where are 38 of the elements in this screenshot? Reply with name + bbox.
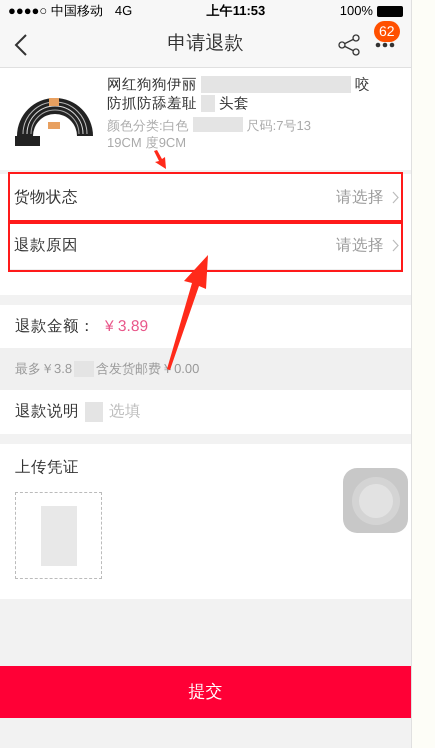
input-field[interactable]: 选填 — [109, 400, 396, 424]
network-text: 4G — [114, 2, 132, 20]
select-label: 退款原因 — [14, 236, 78, 256]
product-spec: 尺码:7号13 — [246, 117, 311, 134]
arrow-annotation — [152, 150, 168, 170]
select-value: 请选择 — [336, 236, 384, 256]
upload-label: 上传凭证 — [15, 459, 79, 476]
product-title: 网红狗狗伊丽 — [107, 76, 197, 95]
select-label: 货物状态 — [14, 188, 78, 208]
product-spec: 度9CM — [146, 134, 186, 151]
amount-label: 退款金额： — [15, 316, 95, 337]
product-title: 头套 — [219, 95, 249, 114]
window-title: 申请退款 — [168, 32, 244, 56]
select-row[interactable]: 退款原因 请选择 — [10, 222, 401, 270]
time-text: 上午11:53 — [206, 2, 266, 20]
product-title: 咬 — [355, 76, 370, 95]
battery-text: 100% — [340, 2, 373, 20]
select-value: 请选择 — [336, 188, 384, 208]
battery-icon — [376, 6, 403, 16]
more-icon[interactable] — [375, 42, 395, 48]
product-title: 防抓防舔羞耻 — [107, 95, 197, 114]
product-spec: 19CM — [107, 134, 142, 151]
redaction-block — [201, 95, 215, 112]
product-spec: 颜色分类:白色 — [107, 117, 189, 134]
redaction-block — [85, 402, 103, 422]
select-row[interactable]: 货物状态 请选择 — [10, 174, 401, 222]
submit-button[interactable]: 提交 — [0, 666, 411, 718]
amount-note: 最多￥3.8 — [15, 360, 72, 378]
chevron-icon — [392, 239, 399, 252]
description-field[interactable]: 退款说明 选填 — [0, 390, 411, 434]
share-icon[interactable] — [338, 34, 360, 56]
carrier-text: ●●●●○ 中国移动 — [8, 2, 103, 20]
chevron-icon — [392, 191, 399, 204]
redaction-block — [192, 117, 243, 132]
amount-value: ¥ 3.89 — [105, 316, 148, 337]
description-label: 退款说明 — [15, 402, 79, 422]
notification-badge: 62 — [374, 21, 400, 42]
back-icon[interactable] — [14, 34, 28, 56]
